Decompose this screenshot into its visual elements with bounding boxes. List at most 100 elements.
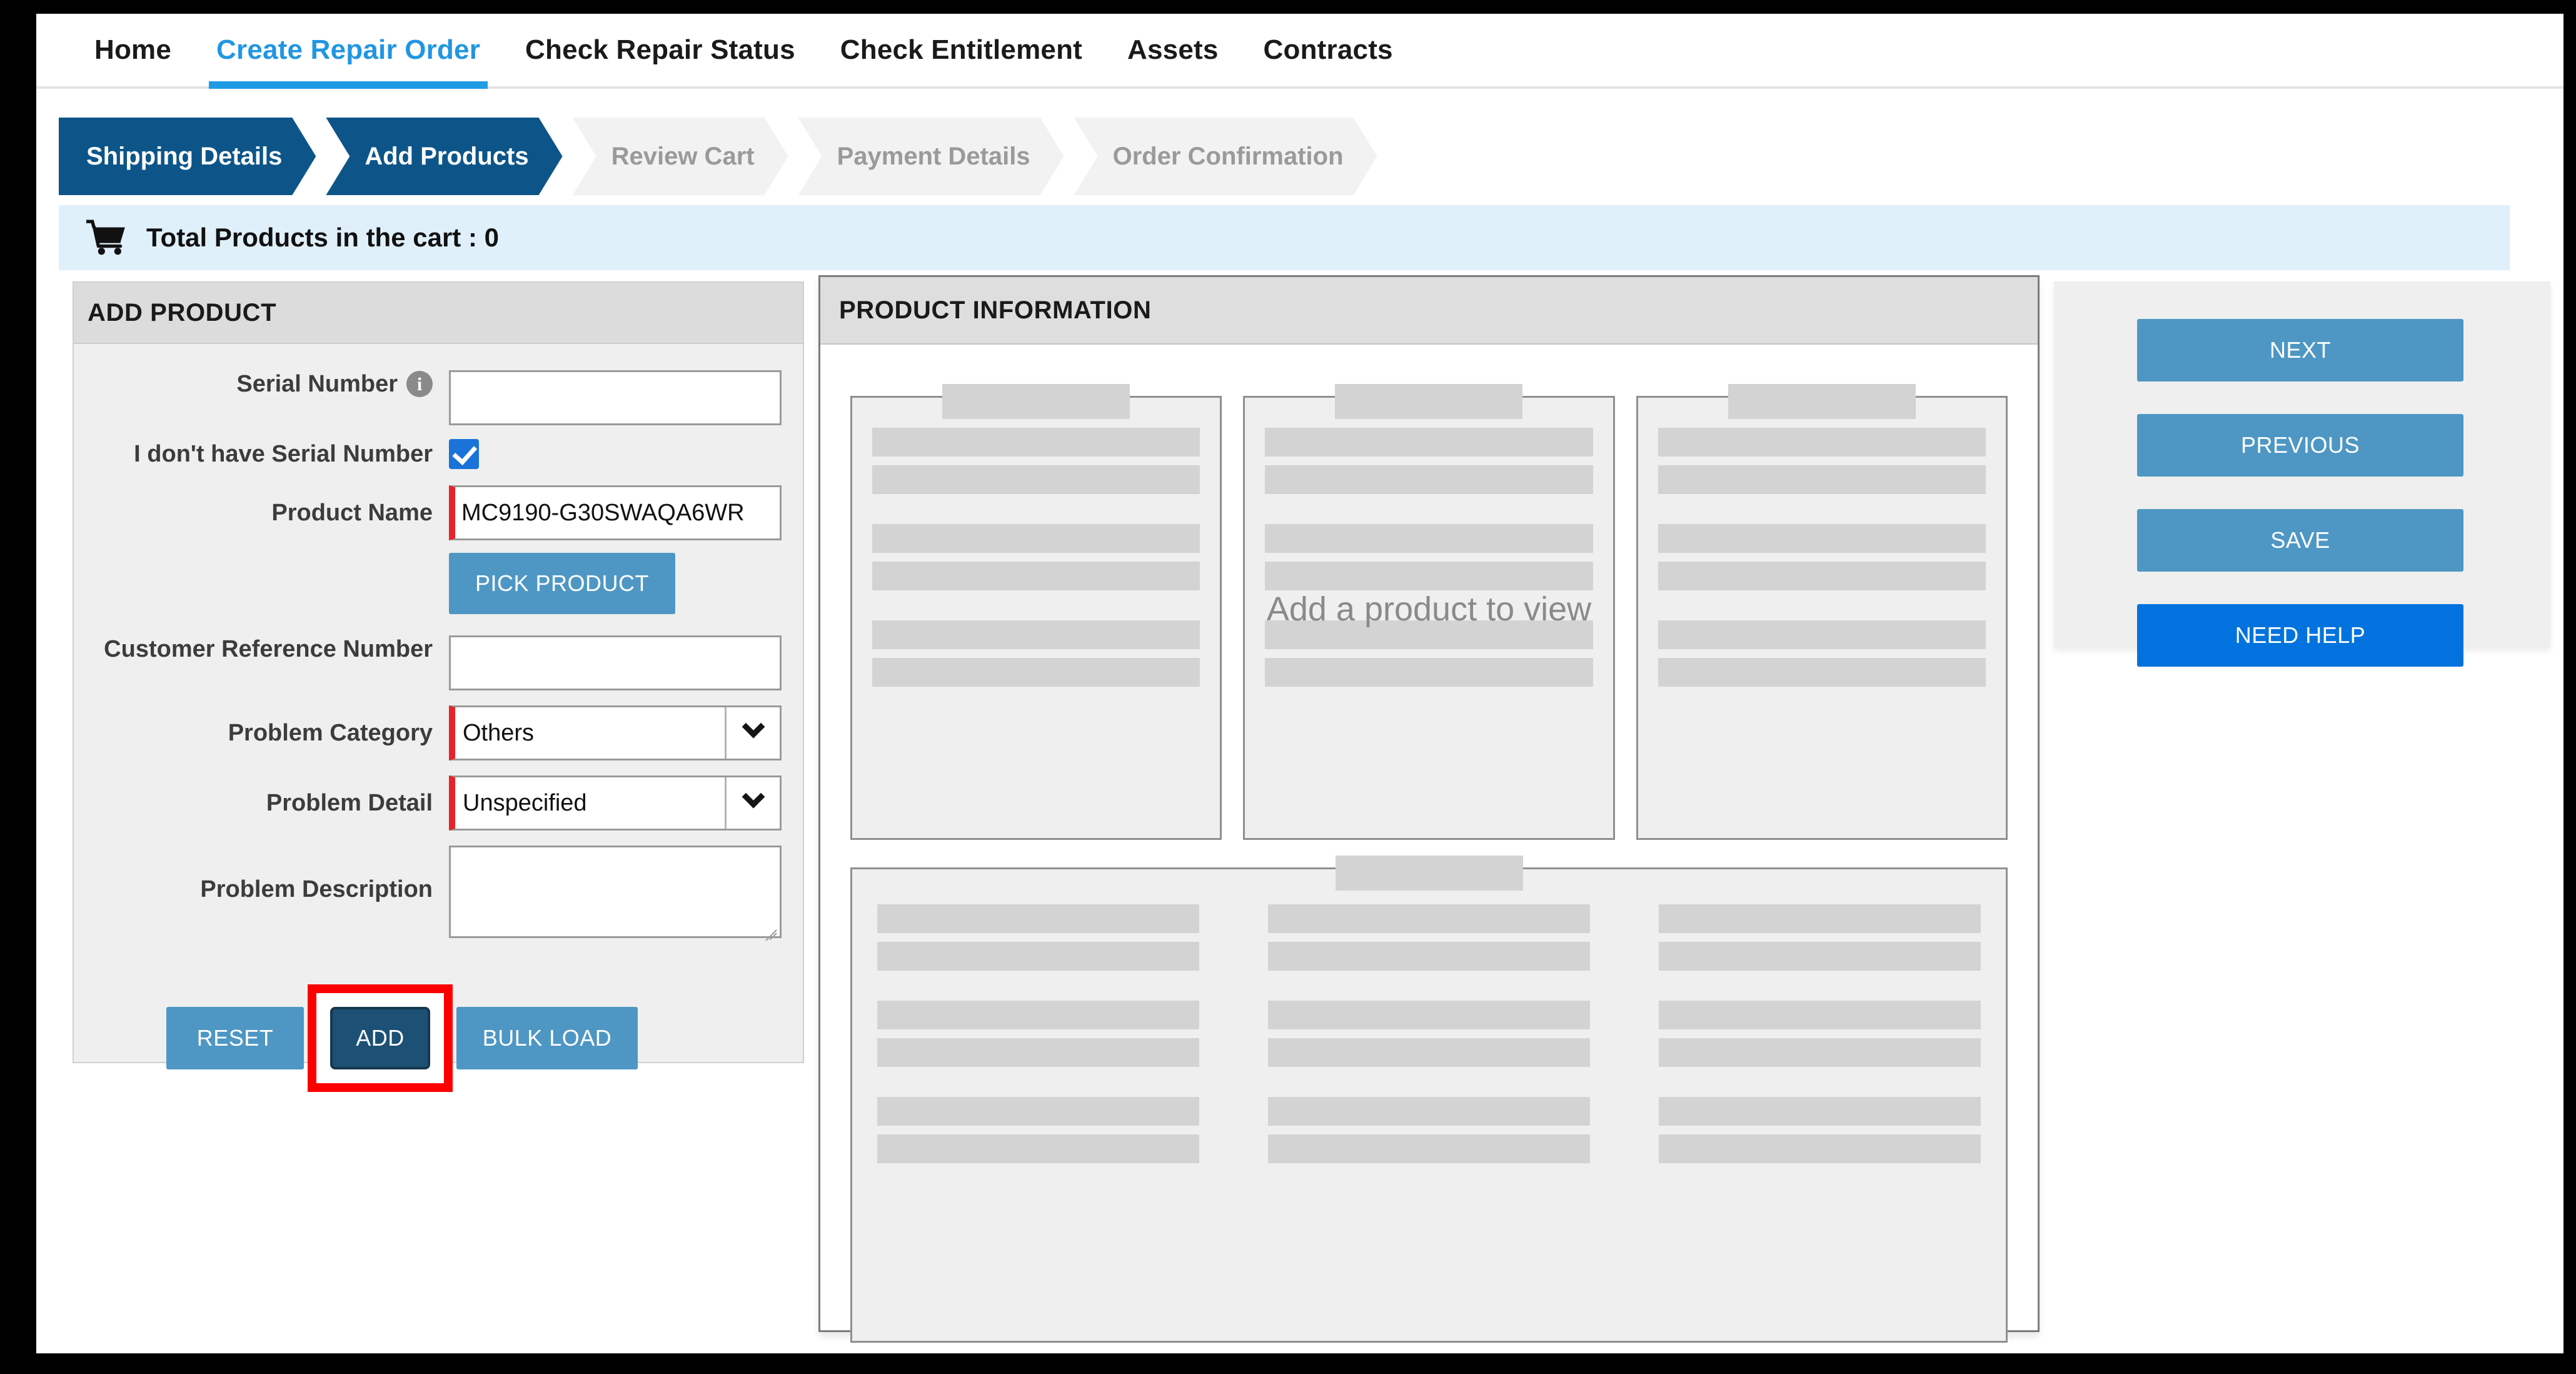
add-product-panel: ADD PRODUCT Serial Number i I don't have… bbox=[73, 281, 804, 1092]
problem-category-select[interactable]: Others bbox=[449, 705, 782, 760]
skeleton-bar bbox=[1658, 524, 1986, 553]
skeleton-bar bbox=[877, 1097, 1199, 1126]
skeleton-bar bbox=[872, 524, 1200, 553]
skeleton-card-row bbox=[850, 382, 2008, 840]
chevron-down-icon bbox=[725, 707, 780, 759]
problem-description-textarea[interactable] bbox=[449, 846, 782, 941]
skeleton-bar bbox=[1265, 620, 1593, 649]
form-row-serial-number: Serial Number i bbox=[74, 370, 803, 425]
form-row-pick-product: PICK PRODUCT bbox=[74, 553, 803, 614]
skeleton-bar bbox=[1268, 1134, 1590, 1163]
skeleton-bar bbox=[1659, 1001, 1981, 1029]
skeleton-bar bbox=[1268, 1038, 1590, 1067]
need-help-button[interactable]: NEED HELP bbox=[2137, 604, 2463, 667]
form-row-problem-category: Problem Category Others bbox=[74, 705, 803, 760]
skeleton-bar bbox=[1658, 562, 1986, 590]
serial-number-label: Serial Number bbox=[236, 371, 398, 397]
step-add-products[interactable]: Add Products bbox=[326, 118, 562, 195]
product-information-header: PRODUCT INFORMATION bbox=[820, 277, 2038, 345]
skeleton-bar bbox=[1265, 658, 1593, 687]
skeleton-bar bbox=[877, 942, 1199, 971]
skeleton-bar bbox=[1265, 562, 1593, 590]
skeleton-card-tab bbox=[1728, 384, 1916, 419]
info-circle-icon[interactable]: i bbox=[406, 371, 433, 398]
nav-tab-assets[interactable]: Assets bbox=[1105, 14, 1241, 86]
problem-category-value: Others bbox=[463, 719, 535, 746]
skeleton-bar bbox=[1659, 904, 1981, 933]
problem-detail-label: Problem Detail bbox=[266, 789, 433, 816]
save-button[interactable]: SAVE bbox=[2137, 509, 2463, 572]
side-actions-panel: NEXT PREVIOUS SAVE NEED HELP bbox=[2054, 281, 2550, 667]
skeleton-bar bbox=[872, 465, 1200, 494]
skeleton-bar bbox=[1659, 1097, 1981, 1126]
product-name-label: Product Name bbox=[271, 499, 433, 526]
next-button[interactable]: NEXT bbox=[2137, 319, 2463, 381]
skeleton-bar bbox=[1659, 1134, 1981, 1163]
skeleton-bar bbox=[1268, 904, 1590, 933]
skeleton-bar bbox=[872, 562, 1200, 590]
add-product-form: Serial Number i I don't have Serial Numb… bbox=[74, 344, 803, 1092]
skeleton-bar bbox=[877, 1001, 1199, 1029]
skeleton-bar bbox=[872, 620, 1200, 649]
no-serial-number-label: I don't have Serial Number bbox=[134, 440, 433, 467]
product-name-input[interactable] bbox=[449, 485, 782, 540]
reset-button[interactable]: RESET bbox=[166, 1007, 304, 1069]
skeleton-bar bbox=[1658, 658, 1986, 687]
no-serial-number-checkbox[interactable] bbox=[449, 439, 479, 469]
checkout-stepper: Shipping Details Add Products Review Car… bbox=[59, 118, 1387, 195]
bulk-load-button[interactable]: BULK LOAD bbox=[456, 1007, 638, 1069]
previous-button[interactable]: PREVIOUS bbox=[2137, 414, 2463, 477]
step-shipping-details[interactable]: Shipping Details bbox=[59, 118, 316, 195]
skeleton-bar bbox=[1265, 524, 1593, 553]
skeleton-card-tab bbox=[942, 384, 1130, 419]
add-button-highlight-annotation: ADD bbox=[308, 984, 453, 1092]
skeleton-card-tab bbox=[1335, 856, 1523, 891]
skeleton-bar bbox=[1268, 1001, 1590, 1029]
skeleton-card bbox=[1636, 384, 2008, 840]
main-navigation-bar: Home Create Repair Order Check Repair St… bbox=[36, 14, 2563, 89]
skeleton-card bbox=[850, 384, 1222, 840]
nav-tab-check-repair-status[interactable]: Check Repair Status bbox=[503, 14, 818, 86]
step-review-cart[interactable]: Review Cart bbox=[573, 118, 788, 195]
cart-total-label: Total Products in the cart : 0 bbox=[146, 223, 499, 252]
add-product-title: ADD PRODUCT bbox=[88, 298, 277, 326]
serial-number-label-wrap: Serial Number i bbox=[74, 370, 449, 398]
resize-grip-icon[interactable] bbox=[760, 917, 777, 941]
nav-tab-contracts[interactable]: Contracts bbox=[1241, 14, 1416, 86]
skeleton-bar bbox=[1659, 1038, 1981, 1067]
skeleton-bar bbox=[877, 1038, 1199, 1067]
nav-tab-check-entitlement[interactable]: Check Entitlement bbox=[818, 14, 1105, 86]
problem-detail-select[interactable]: Unspecified bbox=[449, 775, 782, 831]
browser-viewport: Home Create Repair Order Check Repair St… bbox=[36, 14, 2563, 1353]
step-payment-details[interactable]: Payment Details bbox=[798, 118, 1064, 195]
add-product-panel-header: ADD PRODUCT bbox=[74, 283, 803, 344]
add-button[interactable]: ADD bbox=[330, 1007, 430, 1069]
skeleton-bar bbox=[872, 428, 1200, 457]
step-order-confirmation[interactable]: Order Confirmation bbox=[1074, 118, 1377, 195]
skeleton-bar bbox=[1659, 942, 1981, 971]
skeleton-card-tab bbox=[1335, 384, 1523, 419]
skeleton-bar bbox=[1658, 620, 1986, 649]
skeleton-bar bbox=[877, 1134, 1199, 1163]
skeleton-bar bbox=[1265, 465, 1593, 494]
product-information-title: PRODUCT INFORMATION bbox=[839, 296, 1152, 324]
serial-number-input[interactable] bbox=[449, 370, 782, 425]
skeleton-column bbox=[877, 904, 1199, 1172]
nav-tab-create-repair-order[interactable]: Create Repair Order bbox=[194, 14, 503, 89]
skeleton-card bbox=[1243, 384, 1615, 840]
shopping-cart-icon bbox=[86, 220, 125, 255]
skeleton-bar bbox=[872, 658, 1200, 687]
skeleton-bar bbox=[1265, 428, 1593, 457]
customer-reference-number-input[interactable] bbox=[449, 635, 782, 690]
nav-tab-home[interactable]: Home bbox=[72, 14, 194, 86]
skeleton-bar bbox=[877, 904, 1199, 933]
product-information-card: PRODUCT INFORMATION Add a product to vie… bbox=[818, 275, 2040, 1343]
chevron-down-icon bbox=[725, 777, 780, 829]
skeleton-wide-card bbox=[850, 856, 2008, 1343]
skeleton-bar bbox=[1268, 942, 1590, 971]
pick-product-button[interactable]: PICK PRODUCT bbox=[449, 553, 675, 614]
add-product-button-row: RESET ADD BULK LOAD bbox=[74, 984, 803, 1092]
form-row-product-name: Product Name bbox=[74, 485, 803, 540]
customer-reference-number-label: Customer Reference Number bbox=[104, 636, 433, 662]
problem-category-label: Problem Category bbox=[228, 719, 433, 746]
